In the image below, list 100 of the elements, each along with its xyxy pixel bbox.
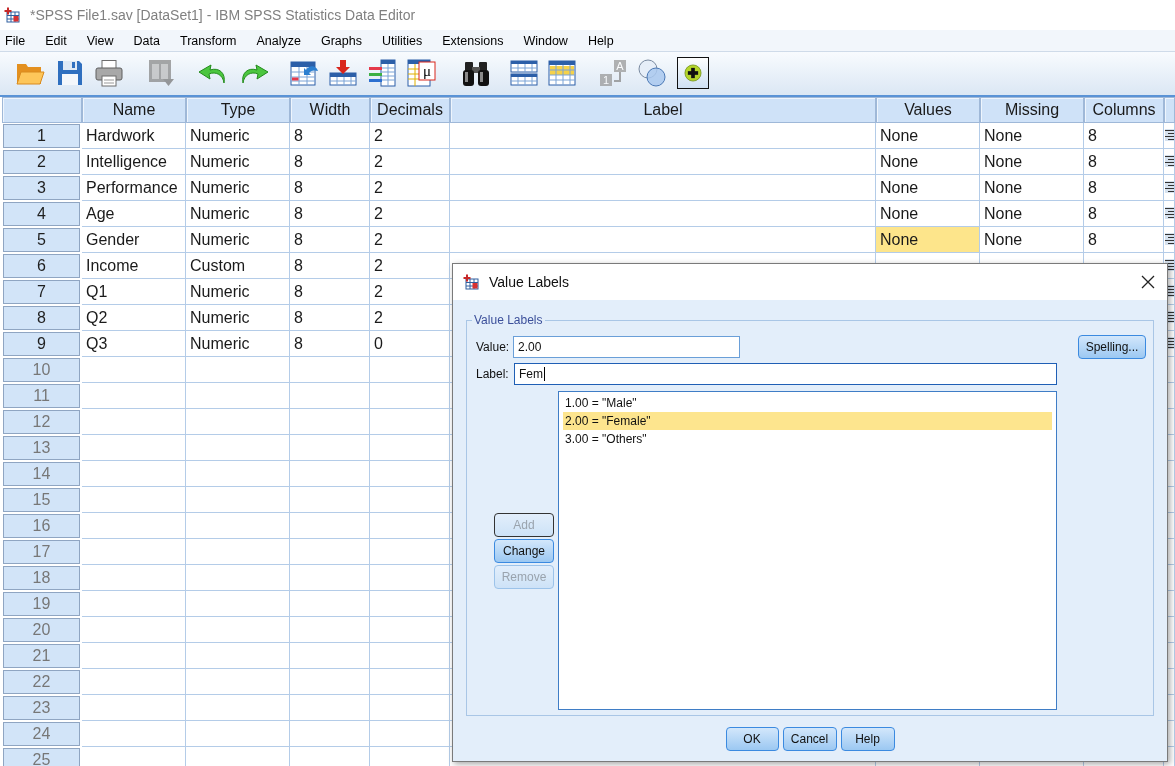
column-header[interactable]: Type [186, 97, 290, 123]
row-header[interactable]: 25 [3, 748, 80, 766]
column-header[interactable]: Decimals [370, 97, 450, 123]
table-cell: None [876, 175, 980, 201]
row-header[interactable]: 17 [3, 540, 80, 564]
table-cell: None [876, 227, 980, 253]
row-header[interactable]: 6 [3, 254, 80, 278]
table-cell: 2 [370, 305, 450, 331]
align-right-icon [1165, 181, 1174, 193]
table-cell: 8 [1084, 227, 1164, 253]
row-header[interactable]: 16 [3, 514, 80, 538]
close-icon[interactable] [1141, 275, 1155, 289]
table-cell: Numeric [186, 149, 290, 175]
table-cell: 2 [370, 149, 450, 175]
table-cell: Performance [82, 175, 186, 201]
table-cell: 8 [290, 331, 370, 357]
row-header[interactable]: 2 [3, 150, 80, 174]
menu-item[interactable]: Transform [180, 31, 237, 50]
table-cell: Numeric [186, 227, 290, 253]
menu-item[interactable]: Window [523, 31, 568, 50]
table-cell: Income [82, 253, 186, 279]
table-cell: 0 [370, 331, 450, 357]
table-cell: 8 [1084, 175, 1164, 201]
grid-rows-icon[interactable] [547, 57, 577, 88]
menu-item[interactable]: Help [587, 31, 614, 50]
row-header[interactable]: 23 [3, 696, 80, 720]
menu-item[interactable]: Utilities [381, 31, 423, 50]
table-cell: 2 [370, 279, 450, 305]
value-label-list[interactable]: 1.00 = "Male" 2.00 = "Female" 3.00 = "Others" [558, 391, 1057, 710]
row-header[interactable]: 13 [3, 436, 80, 460]
row-header[interactable]: 21 [3, 644, 80, 668]
table-cell: Q1 [82, 279, 186, 305]
circles-icon[interactable] [637, 57, 667, 88]
row-header[interactable]: 14 [3, 462, 80, 486]
list-item[interactable]: 1.00 = "Male" [563, 394, 1052, 412]
change-button[interactable]: Change [494, 538, 554, 563]
column-header[interactable]: Name [82, 97, 186, 123]
table-cell: 8 [290, 175, 370, 201]
row-header[interactable]: 18 [3, 566, 80, 590]
table-cell: Age [82, 201, 186, 227]
row-header[interactable]: 20 [3, 618, 80, 642]
row-header[interactable]: 19 [3, 592, 80, 616]
table-cell: Gender [82, 227, 186, 253]
table-cell: Numeric [186, 123, 290, 149]
row-header[interactable]: 24 [3, 722, 80, 746]
table-cell: Q3 [82, 331, 186, 357]
menu-item[interactable]: View [86, 31, 114, 50]
row-header[interactable]: 15 [3, 488, 80, 512]
table-cell: None [980, 227, 1084, 253]
grid-down-arrow-icon[interactable] [328, 57, 358, 88]
label-field[interactable]: Fem [514, 362, 1057, 385]
row-header[interactable]: 12 [3, 410, 80, 434]
table-cell: 8 [290, 201, 370, 227]
column-header[interactable]: Missing [980, 97, 1084, 123]
menu-item[interactable]: File [5, 31, 26, 50]
value-field[interactable]: 2.00 [513, 335, 740, 358]
table-cell: None [876, 149, 980, 175]
spelling-button[interactable]: Spelling... [1078, 334, 1146, 359]
row-header[interactable]: 4 [3, 202, 80, 226]
row-header[interactable]: 8 [3, 306, 80, 330]
help-button[interactable]: Help [840, 727, 895, 751]
table-cell: 8 [290, 253, 370, 279]
table-cell: 2 [370, 201, 450, 227]
stacked-grids-icon[interactable] [509, 57, 539, 88]
table-cell: Custom [186, 253, 290, 279]
table-cell: Numeric [186, 279, 290, 305]
data-grid-icon [4, 7, 20, 23]
menu-item[interactable]: Data [133, 31, 160, 50]
row-header[interactable]: 1 [3, 124, 80, 148]
column-header[interactable]: Label [450, 97, 876, 123]
cancel-button[interactable]: Cancel [782, 727, 837, 751]
table-cell: Numeric [186, 305, 290, 331]
table-cell: None [980, 175, 1084, 201]
dialog-title: Value Labels [489, 274, 569, 290]
ok-button[interactable]: OK [725, 727, 779, 751]
table-cell: Hardwork [82, 123, 186, 149]
column-header[interactable]: Values [876, 97, 980, 123]
menu-item[interactable]: Edit [45, 31, 67, 50]
table-cell: 2 [370, 175, 450, 201]
menu-item[interactable]: Analyze [256, 31, 301, 50]
list-bars-icon[interactable] [367, 57, 397, 88]
table-cell: 8 [1084, 201, 1164, 227]
row-header[interactable]: 5 [3, 228, 80, 252]
table-cell: Numeric [186, 175, 290, 201]
row-header[interactable]: 22 [3, 670, 80, 694]
table-cell: 8 [290, 227, 370, 253]
column-header[interactable]: Columns [1084, 97, 1164, 123]
column-header[interactable]: Width [290, 97, 370, 123]
menu-item[interactable]: Extensions [442, 31, 504, 50]
list-item[interactable]: 2.00 = "Female" [563, 412, 1052, 430]
printer-icon[interactable] [94, 57, 124, 88]
table-cell: Intelligence [82, 149, 186, 175]
row-header[interactable]: 10 [3, 358, 80, 382]
list-item[interactable]: 3.00 = "Others" [563, 430, 1052, 448]
menu-item[interactable]: Graphs [320, 31, 362, 50]
row-header[interactable]: 11 [3, 384, 80, 408]
row-header[interactable]: 3 [3, 176, 80, 200]
row-header[interactable]: 7 [3, 280, 80, 304]
row-header[interactable]: 9 [3, 332, 80, 356]
table-cell: 8 [1084, 123, 1164, 149]
